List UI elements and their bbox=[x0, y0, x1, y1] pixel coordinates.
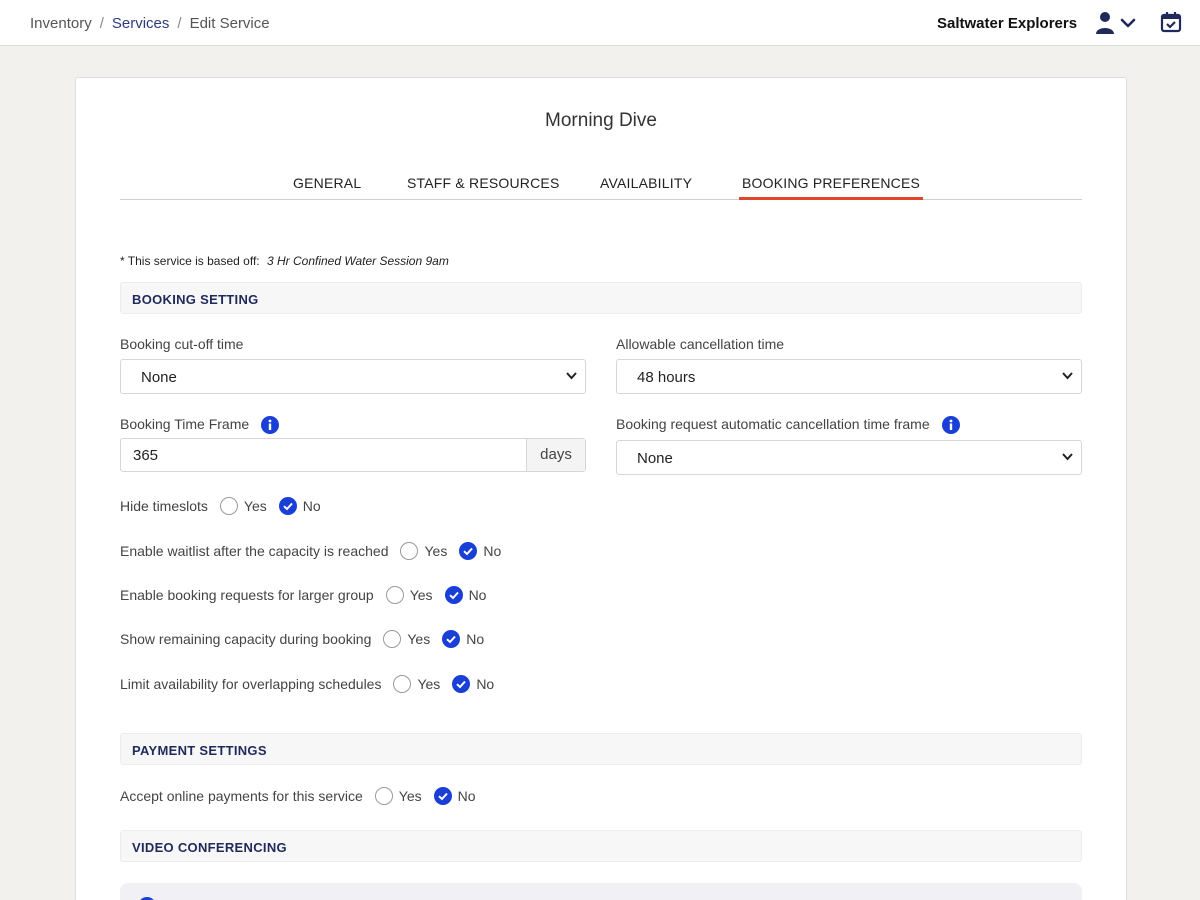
breadcrumb-edit-service: Edit Service bbox=[189, 15, 270, 32]
radio-unchecked-icon bbox=[219, 497, 238, 515]
chevron-down-icon bbox=[1062, 372, 1073, 380]
tab-general[interactable]: GENERAL bbox=[290, 174, 364, 200]
radio-unchecked-icon bbox=[374, 787, 393, 805]
radio-unchecked-icon bbox=[385, 586, 404, 604]
payment-settings-header: PAYMENT SETTINGS bbox=[120, 733, 1082, 765]
auto-cancel-value: None bbox=[637, 450, 673, 467]
timeframe-label: Booking Time Frame bbox=[120, 416, 250, 432]
larger-group-yes[interactable]: Yes bbox=[385, 586, 433, 604]
timeframe-label-wrap: Booking Time Frame bbox=[120, 416, 280, 435]
online-payments-label: Accept online payments for this service bbox=[120, 788, 363, 804]
chevron-down-icon bbox=[1062, 453, 1073, 461]
waitlist-yes[interactable]: Yes bbox=[400, 542, 447, 560]
payment-settings-title: PAYMENT SETTINGS bbox=[132, 743, 267, 758]
breadcrumb-separator: / bbox=[177, 15, 182, 32]
remaining-capacity-no[interactable]: No bbox=[442, 630, 484, 648]
video-conferencing-panel bbox=[120, 883, 1082, 900]
radio-checked-icon bbox=[442, 630, 461, 648]
user-menu-button[interactable] bbox=[1095, 11, 1137, 35]
radio-checked-icon bbox=[444, 586, 463, 604]
service-editor-card: Morning Dive GENERAL STAFF & RESOURCES A… bbox=[75, 77, 1127, 900]
overlapping-row: Limit availability for overlapping sched… bbox=[120, 674, 506, 694]
waitlist-no[interactable]: No bbox=[459, 542, 501, 560]
auto-cancel-select[interactable]: None bbox=[616, 440, 1082, 475]
page-title: Morning Dive bbox=[545, 110, 657, 131]
breadcrumb-services[interactable]: Services bbox=[112, 15, 170, 32]
info-icon[interactable] bbox=[941, 416, 960, 435]
chevron-down-icon bbox=[1120, 18, 1136, 28]
hide-timeslots-yes[interactable]: Yes bbox=[219, 497, 267, 515]
video-conferencing-title: VIDEO CONFERENCING bbox=[132, 840, 287, 855]
radio-unchecked-icon bbox=[393, 675, 412, 693]
timeframe-unit: days bbox=[526, 439, 585, 471]
info-icon[interactable] bbox=[261, 416, 280, 435]
calendar-check-icon bbox=[1160, 12, 1182, 33]
overlapping-label: Limit availability for overlapping sched… bbox=[120, 676, 382, 692]
radio-unchecked-icon bbox=[383, 630, 402, 648]
radio-checked-icon bbox=[433, 787, 452, 805]
booking-setting-header: BOOKING SETTING bbox=[120, 282, 1082, 314]
company-name: Saltwater Explorers bbox=[937, 15, 1078, 32]
chevron-down-icon bbox=[566, 372, 577, 380]
cancellation-label: Allowable cancellation time bbox=[616, 336, 785, 352]
cancellation-value: 48 hours bbox=[637, 369, 696, 386]
based-off-label: * This service is based off: bbox=[120, 254, 260, 268]
tab-booking-preferences[interactable]: BOOKING PREFERENCES bbox=[739, 174, 924, 200]
timeframe-input[interactable]: 365 bbox=[133, 447, 158, 464]
radio-checked-icon bbox=[452, 675, 471, 693]
larger-group-row: Enable booking requests for larger group… bbox=[120, 585, 498, 605]
waitlist-label: Enable waitlist after the capacity is re… bbox=[120, 543, 389, 559]
larger-group-label: Enable booking requests for larger group bbox=[120, 587, 374, 603]
online-payments-no[interactable]: No bbox=[433, 787, 476, 805]
waitlist-row: Enable waitlist after the capacity is re… bbox=[120, 541, 513, 561]
remaining-capacity-row: Show remaining capacity during booking Y… bbox=[120, 629, 496, 649]
remaining-capacity-yes[interactable]: Yes bbox=[383, 630, 430, 648]
auto-cancel-label-wrap: Booking request automatic cancellation t… bbox=[616, 416, 960, 435]
cutoff-select[interactable]: None bbox=[120, 359, 586, 394]
breadcrumb-separator: / bbox=[99, 15, 104, 32]
larger-group-no[interactable]: No bbox=[444, 586, 486, 604]
cutoff-value: None bbox=[141, 369, 177, 386]
timeframe-input-group: 365 days bbox=[120, 438, 586, 472]
tab-bar: GENERAL STAFF & RESOURCES AVAILABILITY B… bbox=[120, 174, 1082, 200]
hide-timeslots-row: Hide timeslots Yes No bbox=[120, 496, 333, 516]
cutoff-label: Booking cut-off time bbox=[120, 336, 244, 352]
radio-checked-icon bbox=[459, 542, 478, 560]
based-off-value: 3 Hr Confined Water Session 9am bbox=[266, 254, 449, 268]
remaining-capacity-label: Show remaining capacity during booking bbox=[120, 631, 372, 647]
overlapping-yes[interactable]: Yes bbox=[393, 675, 440, 693]
hide-timeslots-no[interactable]: No bbox=[278, 497, 321, 515]
auto-cancel-label: Booking request automatic cancellation t… bbox=[616, 416, 930, 432]
overlapping-no[interactable]: No bbox=[452, 675, 494, 693]
tab-availability[interactable]: AVAILABILITY bbox=[597, 174, 695, 200]
top-bar: Inventory / Services / Edit Service Salt… bbox=[0, 0, 1200, 46]
tab-staff-resources[interactable]: STAFF & RESOURCES bbox=[404, 174, 563, 200]
breadcrumb: Inventory / Services / Edit Service bbox=[30, 15, 270, 32]
video-conferencing-header: VIDEO CONFERENCING bbox=[120, 830, 1082, 862]
booking-setting-title: BOOKING SETTING bbox=[132, 292, 259, 307]
calendar-button[interactable] bbox=[1160, 11, 1182, 33]
hide-timeslots-label: Hide timeslots bbox=[120, 498, 208, 514]
breadcrumb-inventory[interactable]: Inventory bbox=[30, 15, 92, 32]
radio-unchecked-icon bbox=[400, 542, 419, 560]
radio-checked-icon bbox=[278, 497, 297, 515]
cancellation-select[interactable]: 48 hours bbox=[616, 359, 1082, 394]
user-icon bbox=[1096, 12, 1136, 34]
online-payments-row: Accept online payments for this service … bbox=[120, 786, 488, 806]
online-payments-yes[interactable]: Yes bbox=[374, 787, 422, 805]
based-off-note: * This service is based off: 3 Hr Confin… bbox=[120, 254, 449, 268]
